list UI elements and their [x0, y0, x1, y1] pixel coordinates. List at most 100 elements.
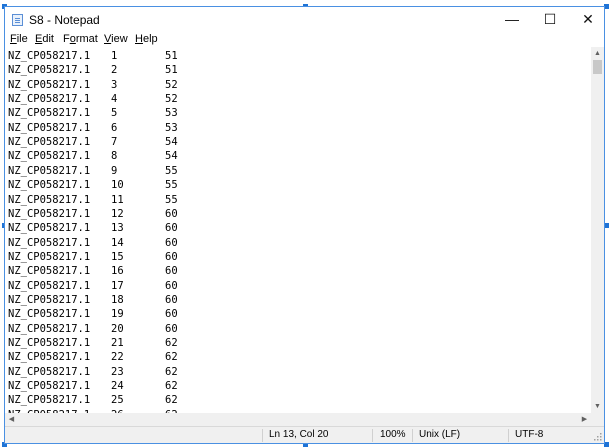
position-value: 15 [111, 250, 124, 263]
score-value: 62 [165, 394, 178, 407]
position-value: 17 [111, 279, 124, 292]
sequence-id: NZ_CP058217.1 [8, 136, 91, 149]
sequence-id: NZ_CP058217.1 [8, 121, 91, 134]
score-value: 62 [165, 337, 178, 349]
position-value: 3 [111, 78, 118, 91]
chevron-up-icon[interactable]: ▲ [591, 47, 604, 60]
score-value: 52 [165, 93, 178, 106]
position-value: 25 [111, 394, 124, 407]
text-editor[interactable]: NZ_CP058217.1 1 51 NZ_CP058217.1 2 51 NZ_CP058… [5, 47, 591, 413]
chevron-down-icon[interactable]: ▼ [591, 400, 604, 413]
position-value: 18 [111, 293, 124, 306]
menu-mnemonic: F [10, 33, 17, 45]
menu-mnemonic: H [135, 33, 143, 45]
score-value: 60 [165, 222, 178, 235]
sequence-id: NZ_CP058217.1 [8, 293, 91, 306]
menu-help[interactable]: Help [135, 33, 158, 45]
score-value: 54 [165, 150, 178, 163]
position-value: 13 [111, 222, 124, 235]
window-title: S8 - Notepad [29, 13, 100, 27]
sequence-id: NZ_CP058217.1 [8, 150, 91, 163]
chevron-left-icon[interactable]: ◀ [5, 413, 18, 426]
close-button[interactable]: ✕ [565, 7, 611, 32]
sequence-id: NZ_CP058217.1 [8, 78, 91, 91]
status-separator [372, 429, 373, 442]
position-value: 1 [111, 50, 118, 62]
score-value: 60 [165, 322, 178, 335]
sequence-id: NZ_CP058217.1 [8, 351, 91, 364]
vertical-scrollbar[interactable]: ▲ ▼ [591, 47, 604, 413]
sequence-id: NZ_CP058217.1 [8, 107, 91, 120]
score-value: 60 [165, 308, 178, 321]
menu-label: ile [16, 33, 28, 45]
menu-label: F [63, 33, 70, 45]
menu-label: elp [142, 33, 158, 45]
position-value: 20 [111, 322, 124, 335]
position-value: 8 [111, 150, 118, 163]
score-value: 60 [165, 279, 178, 292]
position-value: 9 [111, 164, 118, 177]
sequence-id: NZ_CP058217.1 [8, 279, 91, 292]
score-value: 55 [165, 179, 178, 192]
notepad-icon [12, 14, 23, 26]
cursor-position: Ln 13, Col 20 [269, 429, 329, 440]
sequence-id: NZ_CP058217.1 [8, 308, 91, 321]
sequence-id: NZ_CP058217.1 [8, 50, 91, 62]
sequence-id: NZ_CP058217.1 [8, 222, 91, 235]
horizontal-scrollbar[interactable]: ◀ ▶ [5, 413, 591, 426]
scroll-thumb[interactable] [593, 60, 602, 74]
score-value: 62 [165, 351, 178, 364]
position-value: 12 [111, 207, 124, 220]
sequence-id: NZ_CP058217.1 [8, 164, 91, 177]
sequence-id: NZ_CP058217.1 [8, 93, 91, 106]
score-value: 60 [165, 236, 178, 249]
score-value: 55 [165, 193, 178, 206]
sequence-id: NZ_CP058217.1 [8, 179, 91, 192]
score-value: 54 [165, 136, 178, 149]
score-value: 52 [165, 78, 178, 91]
score-value: 60 [165, 207, 178, 220]
score-value: 51 [165, 64, 178, 77]
status-separator [412, 429, 413, 442]
menu-format[interactable]: Format [63, 33, 98, 45]
score-value: 62 [165, 380, 178, 393]
menu-file[interactable]: File [10, 33, 28, 45]
sequence-id: NZ_CP058217.1 [8, 365, 91, 378]
menu-bar: File Edit Format View Help [5, 32, 604, 48]
zoom-level: 100% [380, 429, 406, 440]
position-value: 10 [111, 179, 124, 192]
status-separator [262, 429, 263, 442]
sequence-id: NZ_CP058217.1 [8, 207, 91, 220]
menu-edit[interactable]: Edit [35, 33, 54, 45]
sequence-id: NZ_CP058217.1 [8, 394, 91, 407]
scrollbar-corner [591, 413, 604, 426]
sequence-id: NZ_CP058217.1 [8, 193, 91, 206]
sequence-id: NZ_CP058217.1 [8, 380, 91, 393]
position-value: 5 [111, 107, 118, 120]
sequence-id: NZ_CP058217.1 [8, 236, 91, 249]
score-value: 62 [165, 365, 178, 378]
position-value: 21 [111, 337, 124, 349]
position-value: 4 [111, 93, 118, 106]
position-value: 7 [111, 136, 118, 149]
status-bar: Ln 13, Col 20 100% Unix (LF) UTF-8 [5, 426, 604, 443]
sequence-id: NZ_CP058217.1 [8, 322, 91, 335]
title-bar[interactable]: S8 - Notepad — ☐ ✕ [5, 7, 604, 32]
score-value: 53 [165, 107, 178, 120]
score-value: 55 [165, 164, 178, 177]
position-value: 6 [111, 121, 118, 134]
sequence-id: NZ_CP058217.1 [8, 64, 91, 77]
menu-view[interactable]: View [104, 33, 128, 45]
status-separator [508, 429, 509, 442]
menu-label: iew [111, 33, 128, 45]
score-value: 60 [165, 293, 178, 306]
line-ending: Unix (LF) [419, 429, 461, 440]
notepad-window: S8 - Notepad — ☐ ✕ File Edit Format View… [4, 6, 605, 444]
encoding: UTF-8 [515, 429, 544, 440]
position-value: 14 [111, 236, 124, 249]
score-value: 53 [165, 121, 178, 134]
position-value: 11 [111, 193, 124, 206]
chevron-right-icon[interactable]: ▶ [578, 413, 591, 426]
resize-grip-icon[interactable] [594, 433, 602, 441]
sequence-id: NZ_CP058217.1 [8, 337, 91, 349]
